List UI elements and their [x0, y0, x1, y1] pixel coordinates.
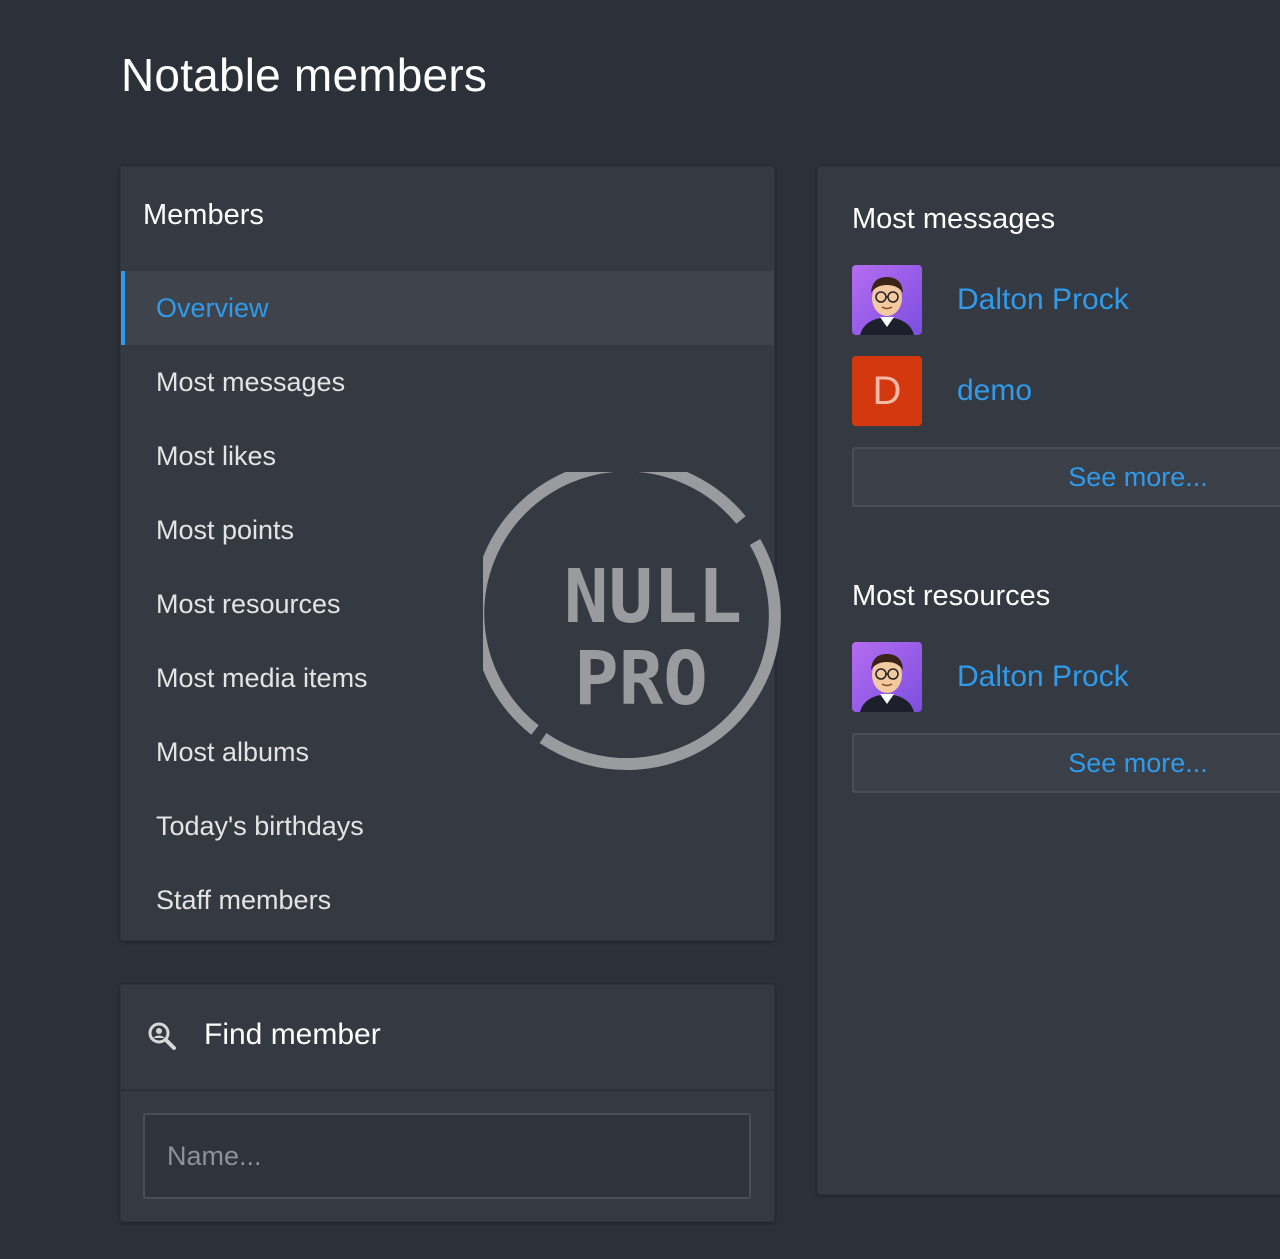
most-resources-see-more-button[interactable]: See more...	[852, 733, 1280, 793]
most-messages-row: Dalton Prock	[852, 265, 1129, 335]
nav-item-most-points[interactable]: Most points	[121, 493, 774, 567]
find-member-panel: Find member	[120, 984, 775, 1222]
nav-item-most-media-items[interactable]: Most media items	[121, 641, 774, 715]
member-stats-panel: Most messages Dalton Prock D demo See mo…	[817, 166, 1280, 1195]
nav-item-most-likes[interactable]: Most likes	[121, 419, 774, 493]
member-link-demo[interactable]: demo	[957, 374, 1032, 408]
nav-item-overview[interactable]: Overview	[121, 271, 774, 345]
find-member-header: Find member	[121, 985, 774, 1091]
members-nav-panel: Members Overview Most messages Most like…	[120, 166, 775, 941]
demo-avatar[interactable]: D	[852, 356, 922, 426]
search-icon	[148, 1022, 176, 1050]
dalton-prock-avatar[interactable]	[852, 642, 922, 712]
member-link-dalton-prock[interactable]: Dalton Prock	[957, 283, 1129, 317]
most-messages-row: D demo	[852, 356, 1032, 426]
member-link-dalton-prock[interactable]: Dalton Prock	[957, 660, 1129, 694]
nav-item-todays-birthdays[interactable]: Today's birthdays	[121, 789, 774, 863]
nav-item-most-albums[interactable]: Most albums	[121, 715, 774, 789]
most-messages-see-more-button[interactable]: See more...	[852, 447, 1280, 507]
page-title: Notable members	[121, 49, 488, 101]
member-name-input[interactable]	[143, 1113, 751, 1199]
nav-item-most-messages[interactable]: Most messages	[121, 345, 774, 419]
members-nav-list: Overview Most messages Most likes Most p…	[121, 271, 774, 937]
dalton-prock-avatar[interactable]	[852, 265, 922, 335]
most-messages-title: Most messages	[852, 203, 1056, 235]
nav-item-most-resources[interactable]: Most resources	[121, 567, 774, 641]
most-resources-title: Most resources	[852, 580, 1051, 612]
find-member-title: Find member	[204, 1018, 381, 1051]
most-resources-row: Dalton Prock	[852, 642, 1129, 712]
nav-item-staff-members[interactable]: Staff members	[121, 863, 774, 937]
page: Notable members Members Overview Most me…	[0, 0, 1280, 1259]
members-nav-header: Members	[143, 199, 264, 231]
